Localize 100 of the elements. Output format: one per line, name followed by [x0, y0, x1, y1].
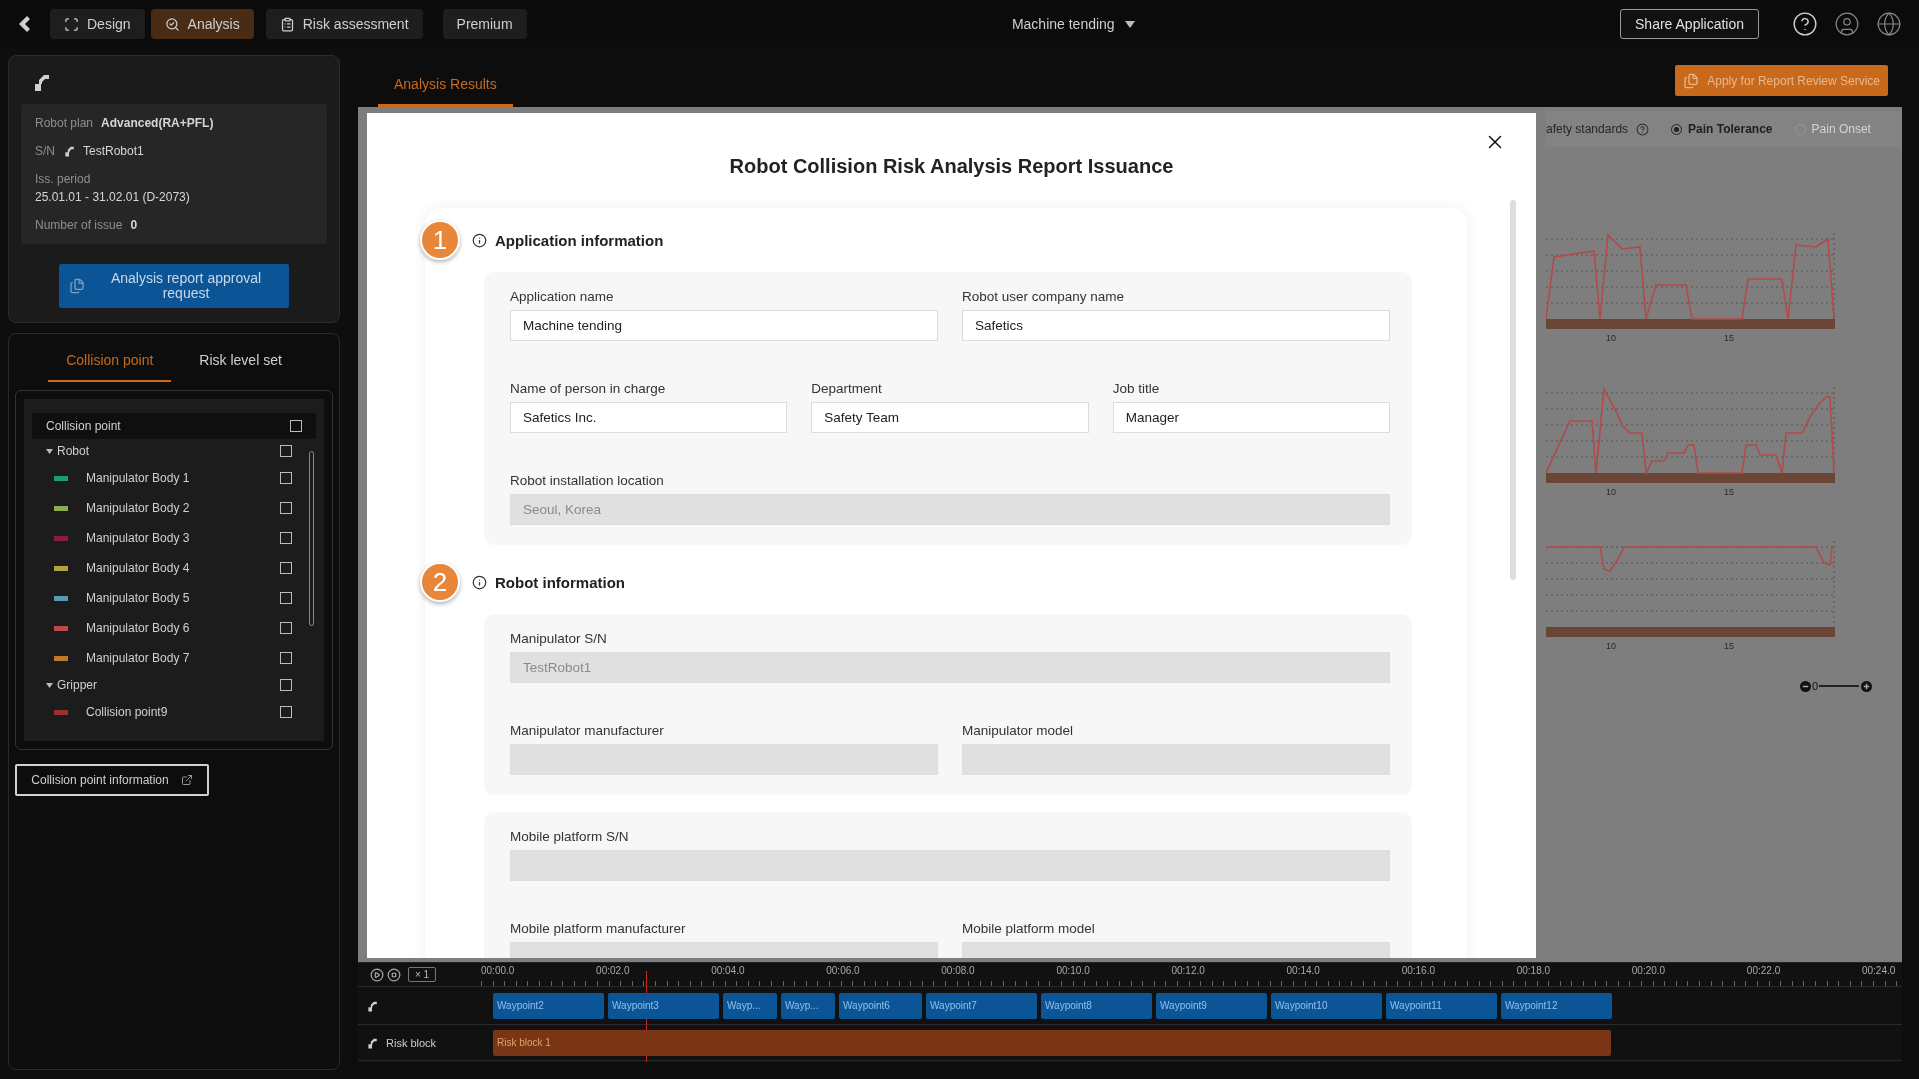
input-field[interactable]: Safety Team: [811, 402, 1089, 433]
axis-tick-label: 10: [1606, 641, 1616, 651]
documents-icon: [1683, 72, 1700, 89]
risk-block[interactable]: Risk block 1: [493, 1029, 1611, 1056]
field-label: Mobile platform manufacturer: [510, 921, 687, 936]
play-icon[interactable]: [370, 967, 384, 982]
dropdown-caret-icon: [1124, 20, 1135, 28]
input-field[interactable]: Manager: [1112, 402, 1390, 433]
nav-tab[interactable]: Premium: [442, 9, 527, 39]
section-title: Robot information: [495, 573, 625, 591]
tree-group-label[interactable]: Robot: [57, 444, 272, 458]
waypoint-block[interactable]: Waypoint6: [839, 992, 922, 1019]
time-label: 00:00.0: [481, 964, 516, 978]
tree-group-label[interactable]: Gripper: [57, 678, 272, 692]
field-label: Name of person in charge: [510, 381, 667, 396]
section-title: Application information: [495, 231, 664, 249]
time-label: 00:04.0: [711, 964, 746, 978]
clipboard-icon: [279, 16, 295, 32]
speed-selector[interactable]: × 1: [408, 967, 437, 982]
panel-tab[interactable]: Collision point: [48, 342, 172, 382]
checkbox[interactable]: [290, 420, 302, 432]
time-label: 00:12.0: [1171, 964, 1206, 978]
waypoint-block[interactable]: Waypoint2: [493, 992, 604, 1019]
robot-arm-icon: [366, 1036, 378, 1049]
input-field[interactable]: Machine tending: [510, 310, 938, 341]
checkbox[interactable]: [280, 445, 292, 457]
checkbox[interactable]: [280, 562, 292, 574]
input-field[interactable]: Safetics: [962, 310, 1390, 341]
dialog-title: Robot Collision Risk Analysis Report Issuance: [728, 154, 1175, 179]
waypoint-block[interactable]: Waypoint11: [1386, 992, 1497, 1019]
stop-icon[interactable]: [387, 967, 401, 982]
checkbox[interactable]: [280, 502, 292, 514]
tree-item-label[interactable]: Manipulator Body 3: [86, 531, 272, 545]
open-window-icon: [180, 774, 193, 786]
tree-item-label[interactable]: Manipulator Body 4: [86, 561, 272, 575]
info-value: 25.01.01 - 31.02.01 (D-2073): [35, 190, 190, 204]
checkbox[interactable]: [280, 472, 292, 484]
checkbox[interactable]: [280, 652, 292, 664]
standards-label: afety standards: [1546, 122, 1629, 136]
radio-option[interactable]: Pain Tolerance: [1671, 122, 1773, 136]
nav-tab[interactable]: Analysis: [150, 9, 254, 39]
checkbox[interactable]: [280, 622, 292, 634]
waypoint-block[interactable]: Waypoint8: [1041, 992, 1152, 1019]
collision-info-button[interactable]: Collision point information: [15, 764, 209, 796]
tree-item-label[interactable]: Collision point9: [86, 705, 272, 719]
tree-item-label[interactable]: Manipulator Body 7: [86, 651, 272, 665]
field-label: Manipulator manufacturer: [510, 723, 665, 738]
waypoint-block[interactable]: Waypoint12: [1501, 992, 1612, 1019]
scrollbar[interactable]: [309, 451, 314, 626]
zoom-slider[interactable]: 0: [1813, 679, 1859, 693]
axis-tick-label: 15: [1724, 333, 1734, 343]
expand-caret-icon[interactable]: [46, 448, 53, 454]
info-icon: [472, 232, 487, 248]
nav-tab[interactable]: Design: [50, 9, 145, 39]
documents-icon: [69, 278, 85, 294]
field-label: Manipulator model: [962, 723, 1075, 738]
axis-tick-label: 10: [1606, 487, 1616, 497]
checkbox[interactable]: [280, 679, 292, 691]
approval-request-button[interactable]: Analysis report approval request: [59, 264, 289, 308]
info-label: Number of issue: [35, 218, 123, 232]
info-label: S/N: [35, 144, 55, 158]
checkbox[interactable]: [280, 592, 292, 604]
nav-tab[interactable]: Risk assessment: [265, 9, 423, 39]
share-button[interactable]: Share Application: [1620, 9, 1759, 39]
time-label: 00:10.0: [1056, 964, 1091, 978]
time-label: 00:24.0: [1861, 964, 1897, 978]
panel-tab[interactable]: Risk level set: [181, 342, 300, 382]
robot-arm-icon: [366, 999, 378, 1012]
time-label: 00:22.0: [1746, 964, 1782, 978]
project-dropdown[interactable]: Machine tending: [1005, 15, 1141, 33]
waypoint-block[interactable]: Wayp...: [723, 992, 777, 1019]
info-value: 0: [130, 218, 138, 232]
checkbox[interactable]: [280, 532, 292, 544]
field-label: Mobile platform model: [962, 921, 1096, 936]
field-label: Robot user company name: [962, 289, 1126, 304]
tree-item-label[interactable]: Manipulator Body 5: [86, 591, 272, 605]
waypoint-block[interactable]: Waypoint9: [1156, 992, 1267, 1019]
zoom-out-icon[interactable]: [1800, 680, 1811, 692]
tree-item-label[interactable]: Manipulator Body 6: [86, 621, 272, 635]
waypoint-block[interactable]: Wayp...: [781, 992, 835, 1019]
robot-arm-icon: [63, 145, 75, 157]
info-value: Advanced(RA+PFL): [101, 116, 214, 130]
time-label: 00:14.0: [1286, 964, 1321, 978]
zoom-in-icon[interactable]: [1861, 680, 1872, 692]
tree-item-label[interactable]: Manipulator Body 1: [86, 471, 272, 485]
waypoint-block[interactable]: Waypoint7: [926, 992, 1037, 1019]
info-label: Robot plan: [35, 116, 94, 130]
checkbox[interactable]: [280, 706, 292, 718]
expand-caret-icon[interactable]: [46, 682, 53, 688]
field-label: Department: [811, 381, 883, 396]
search-check-icon: [164, 16, 180, 32]
input-field[interactable]: Safetics Inc.: [510, 402, 788, 433]
time-label: 00:20.0: [1631, 964, 1667, 978]
waypoint-block[interactable]: Waypoint10: [1271, 992, 1382, 1019]
tree-item-label[interactable]: Manipulator Body 2: [86, 501, 272, 515]
waypoint-block[interactable]: Waypoint3: [608, 992, 719, 1019]
time-label: 00:08.0: [941, 964, 976, 978]
info-label: Iss. period: [35, 172, 91, 186]
scrollbar[interactable]: [1510, 200, 1516, 580]
zoom-value[interactable]: 0: [1811, 679, 1820, 693]
